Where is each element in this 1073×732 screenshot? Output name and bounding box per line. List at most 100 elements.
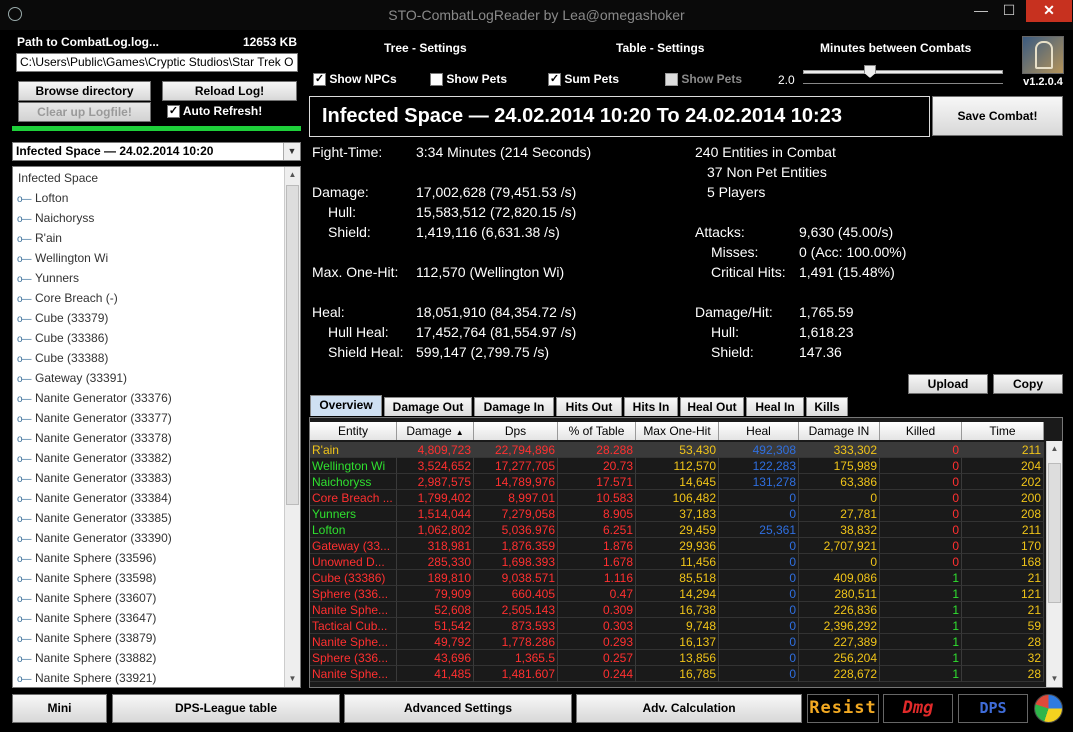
table-row[interactable]: Nanite Sphe... 49,792 1,778.286 0.293 16,137… [310, 634, 1044, 650]
tree-item[interactable]: Yunners [17, 268, 79, 288]
resist-chart-button[interactable]: Resist [807, 694, 879, 723]
column-header[interactable]: Time [962, 422, 1044, 440]
advanced-settings-button[interactable]: Advanced Settings [344, 694, 572, 723]
chevron-down-icon[interactable]: ▼ [283, 143, 300, 160]
scroll-up-icon[interactable]: ▲ [285, 167, 300, 183]
adv-calculation-button[interactable]: Adv. Calculation [576, 694, 802, 723]
table-row[interactable]: Tactical Cub... 51,542 873.593 0.303 9,748 0 2… [310, 618, 1044, 634]
tree-connector-icon [17, 450, 35, 470]
close-button[interactable]: ✕ [1026, 0, 1072, 22]
column-header[interactable]: Entity [310, 422, 397, 440]
upload-button[interactable]: Upload [908, 374, 988, 394]
browse-directory-button[interactable]: Browse directory [18, 81, 151, 101]
tab-overview[interactable]: Overview [310, 395, 382, 416]
table-row[interactable]: Lofton 1,062,802 5,036.976 6.251 29,459 25,36… [310, 522, 1044, 538]
column-header[interactable]: Dps [474, 422, 558, 440]
column-header[interactable]: Heal [719, 422, 799, 440]
table-row[interactable]: Cube (33386) 189,810 9,038.571 1.116 85,518 0… [310, 570, 1044, 586]
table-row[interactable]: R'ain 4,809,723 22,794,896 28.288 53,430 492,… [310, 442, 1044, 458]
tree-item[interactable]: Nanite Sphere (33596) [17, 548, 156, 568]
tree-item[interactable]: Nanite Sphere (33879) [17, 628, 156, 648]
table-scrollbar[interactable]: ▲ ▼ [1046, 441, 1062, 687]
tree-item[interactable]: Cube (33379) [17, 308, 108, 328]
tree-item[interactable]: Nanite Sphere (33598) [17, 568, 156, 588]
table-row[interactable]: Naichoryss 2,987,575 14,789,976 17.571 14,64… [310, 474, 1044, 490]
tree-item[interactable]: Nanite Generator (33377) [17, 408, 172, 428]
tree-scrollbar[interactable]: ▲ ▼ [284, 167, 300, 687]
tree-item[interactable]: Nanite Generator (33376) [17, 388, 172, 408]
tree-item[interactable]: Nanite Generator (33378) [17, 428, 172, 448]
show-pets-table-checkbox[interactable]: Show Pets [665, 72, 742, 87]
clear-logfile-button[interactable]: Clear up Logfile! [18, 102, 151, 122]
tree-item[interactable]: Cube (33388) [17, 348, 108, 368]
column-header[interactable]: % of Table [558, 422, 636, 440]
maximize-button[interactable]: ☐ [996, 0, 1022, 22]
tree-item[interactable]: Wellington Wi [17, 248, 108, 268]
tree-item[interactable]: Gateway (33391) [17, 368, 127, 388]
tree-item[interactable]: Nanite Generator (33385) [17, 508, 172, 528]
dps-league-button[interactable]: DPS-League table [112, 694, 340, 723]
dps-chart-button[interactable]: DPS [958, 694, 1028, 723]
tab-damage-in[interactable]: Damage In [474, 397, 554, 416]
show-npcs-checkbox[interactable]: ✓ Show NPCs [313, 72, 397, 87]
table-row[interactable]: Nanite Sphe... 41,485 1,481.607 0.244 16,785… [310, 666, 1044, 682]
column-header[interactable]: Damage IN [799, 422, 880, 440]
tree-item[interactable]: Nanite Generator (33383) [17, 468, 172, 488]
table-row[interactable]: Yunners 1,514,044 7,279,058 8.905 37,183 0 27,… [310, 506, 1044, 522]
tree-item[interactable]: Nanite Sphere (33607) [17, 588, 156, 608]
reload-log-button[interactable]: Reload Log! [162, 81, 297, 101]
sum-pets-checkbox[interactable]: ✓ Sum Pets [548, 72, 619, 87]
tree-item-label: Wellington Wi [35, 251, 109, 265]
scroll-down-icon[interactable]: ▼ [285, 671, 300, 687]
scroll-down-icon[interactable]: ▼ [1047, 671, 1062, 687]
tree-item[interactable]: Nanite Generator (33390) [17, 528, 172, 548]
path-input[interactable]: C:\Users\Public\Games\Cryptic Studios\St… [16, 53, 298, 72]
column-header[interactable]: Killed [880, 422, 962, 440]
slider-thumb[interactable] [864, 65, 876, 78]
table-row[interactable]: Gateway (33... 318,981 1,876.359 1.876 29,93… [310, 538, 1044, 554]
tab-kills[interactable]: Kills [806, 397, 848, 416]
table-row[interactable]: Unowned D... 285,330 1,698.393 1.678 11,456 0… [310, 554, 1044, 570]
tab-hits-in[interactable]: Hits In [624, 397, 678, 416]
scroll-thumb[interactable] [286, 185, 299, 505]
slider-ticks [803, 80, 1003, 84]
tree-item[interactable]: Nanite Generator (33382) [17, 448, 172, 468]
combat-select[interactable]: Infected Space — 24.02.2014 10:20 ▼ [12, 142, 301, 161]
auto-refresh-checkbox[interactable]: ✓ Auto Refresh! [167, 104, 262, 119]
pie-chart-icon[interactable] [1034, 694, 1063, 723]
tree-item[interactable]: Naichoryss [17, 208, 94, 228]
tree-item[interactable]: Cube (33386) [17, 328, 108, 348]
copy-button[interactable]: Copy [993, 374, 1063, 394]
tree-item[interactable]: Lofton [17, 188, 68, 208]
overview-table[interactable]: Entity Damage ▲ Dps% of Table Max One-Hit Hea… [309, 417, 1063, 688]
tree-item[interactable]: Nanite Sphere (33882) [17, 648, 156, 668]
checkbox-checked-icon: ✓ [167, 105, 180, 119]
scroll-up-icon[interactable]: ▲ [1047, 441, 1062, 457]
show-pets-checkbox[interactable]: Show Pets [430, 72, 507, 87]
tree-root[interactable]: Infected Space [18, 171, 98, 185]
minutes-slider[interactable] [803, 70, 1003, 74]
table-row[interactable]: Sphere (336... 43,696 1,365.5 0.257 13,856 0 2… [310, 650, 1044, 666]
minimize-button[interactable]: — [968, 0, 994, 22]
tab-hits-out[interactable]: Hits Out [556, 397, 622, 416]
tree-item[interactable]: R'ain [17, 228, 62, 248]
table-row[interactable]: Nanite Sphe... 52,608 2,505.143 0.309 16,738… [310, 602, 1044, 618]
tab-heal-in[interactable]: Heal In [746, 397, 804, 416]
table-row[interactable]: Wellington Wi 3,524,652 17,277,705 20.73 112… [310, 458, 1044, 474]
tab-damage-out[interactable]: Damage Out [384, 397, 472, 416]
tree-item[interactable]: Nanite Sphere (33921) [17, 668, 156, 687]
tab-heal-out[interactable]: Heal Out [680, 397, 744, 416]
tree-item[interactable]: Core Breach (-) [17, 288, 118, 308]
table-cell: 14,294 [636, 586, 719, 602]
entity-tree[interactable]: Infected Space Lofton Naichoryss R'ain Well… [12, 166, 301, 688]
save-combat-button[interactable]: Save Combat! [932, 96, 1063, 136]
mini-button[interactable]: Mini [12, 694, 107, 723]
tree-item[interactable]: Nanite Sphere (33647) [17, 608, 156, 628]
table-row[interactable]: Sphere (336... 79,909 660.405 0.47 14,294 0 28… [310, 586, 1044, 602]
scroll-thumb[interactable] [1048, 463, 1061, 603]
tree-item[interactable]: Nanite Generator (33384) [17, 488, 172, 508]
dmg-chart-button[interactable]: Dmg [883, 694, 953, 723]
table-row[interactable]: Core Breach ... 1,799,402 8,997.01 10.583 10… [310, 490, 1044, 506]
column-header[interactable]: Damage ▲ [397, 422, 474, 440]
column-header[interactable]: Max One-Hit [636, 422, 719, 440]
